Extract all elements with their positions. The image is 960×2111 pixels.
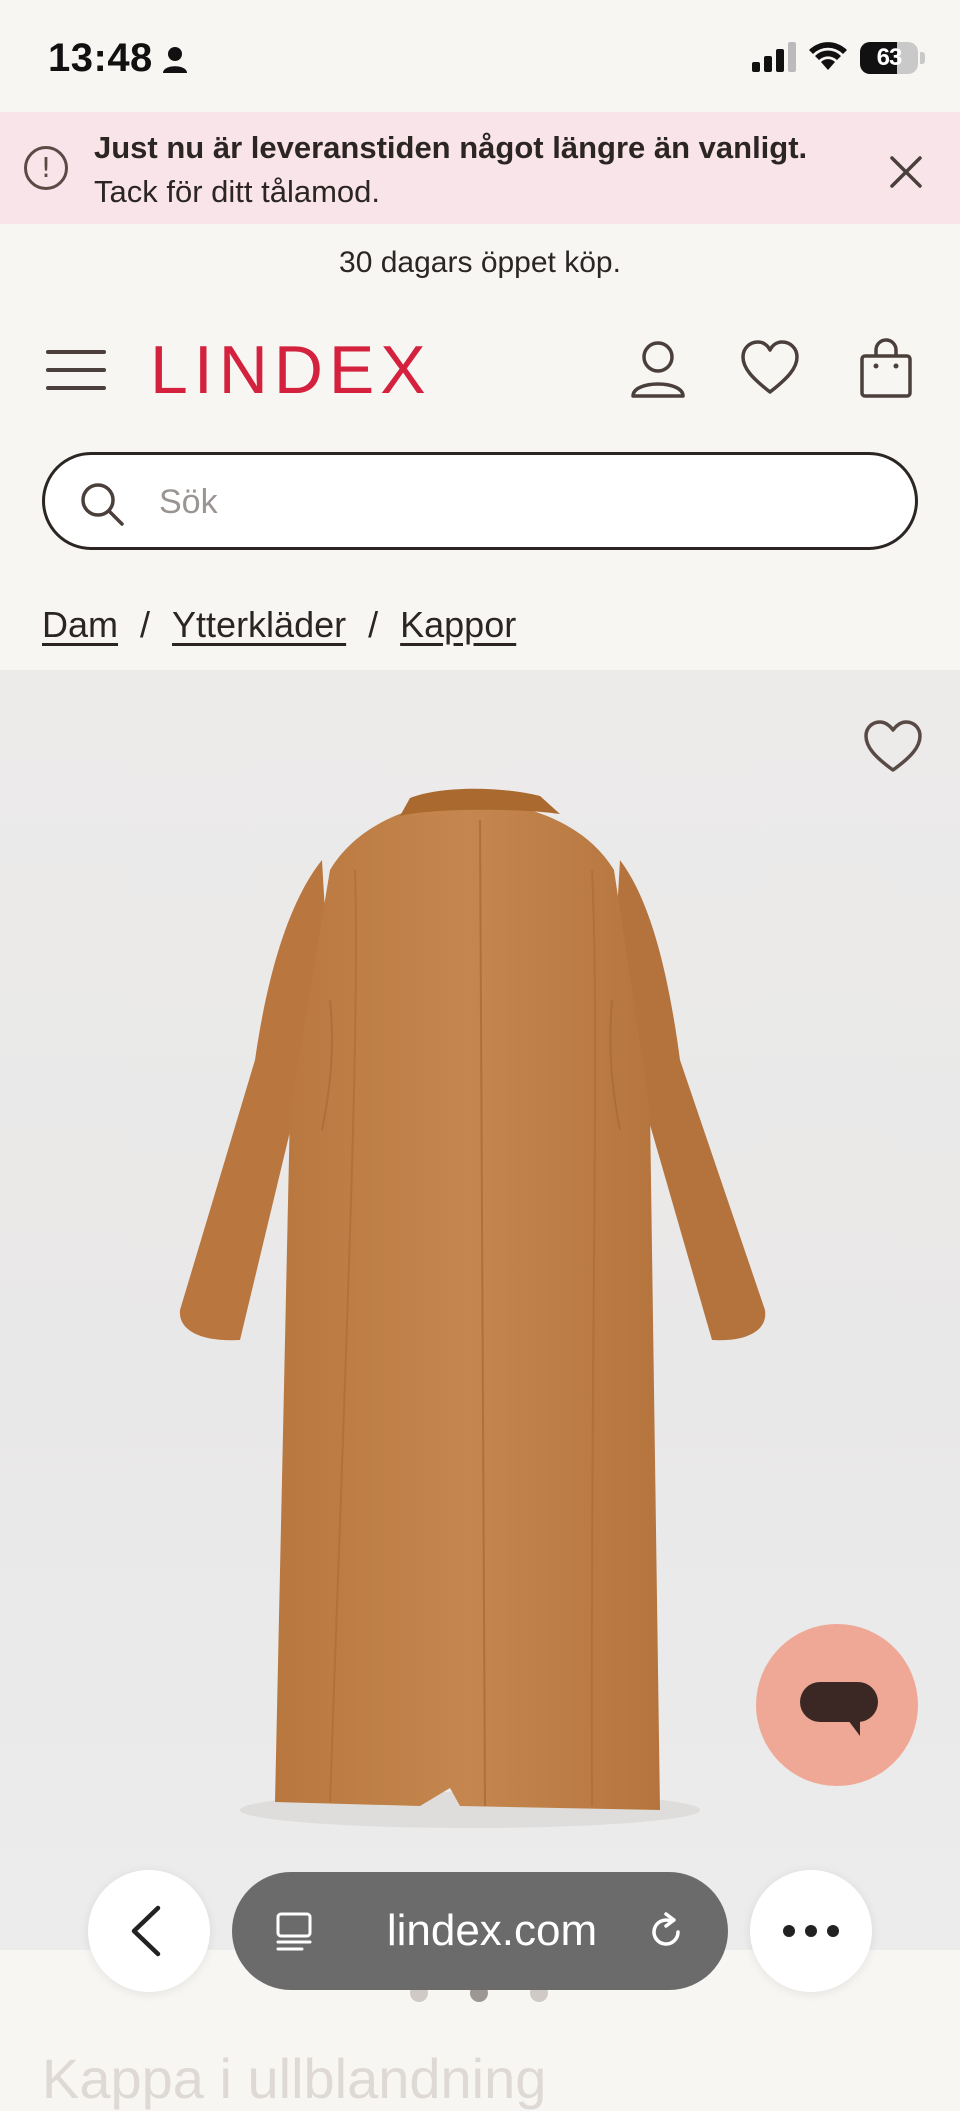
breadcrumb-kappor[interactable]: Kappor xyxy=(400,604,516,645)
more-dots-icon xyxy=(783,1925,839,1937)
promo-text: 30 dagars öppet köp. xyxy=(339,246,621,279)
address-bar[interactable]: lindex.com xyxy=(232,1872,728,1990)
wishlist-heart-icon[interactable] xyxy=(740,338,800,400)
url-text: lindex.com xyxy=(386,1906,598,1955)
battery-level-text: 63 xyxy=(876,44,903,71)
breadcrumb-dam[interactable]: Dam xyxy=(42,604,118,645)
shopping-bag-icon[interactable] xyxy=(856,338,916,400)
alert-icon: ! xyxy=(24,146,68,190)
battery-cap xyxy=(920,52,925,64)
close-icon[interactable] xyxy=(884,150,928,194)
page-menu-icon xyxy=(276,1912,312,1951)
breadcrumb: Dam / Ytterkläder / Kappor xyxy=(42,604,516,646)
reload-icon[interactable] xyxy=(644,1910,688,1954)
status-time: 13:48 xyxy=(48,36,153,80)
breadcrumb-ytterklader[interactable]: Ytterkläder xyxy=(172,604,346,645)
breadcrumb-separator: / xyxy=(368,604,379,645)
search-icon xyxy=(81,483,124,526)
notice-bold-text: Just nu är leveranstiden något längre än… xyxy=(94,130,808,165)
search-bar[interactable] xyxy=(42,452,918,550)
more-options-button[interactable] xyxy=(750,1870,872,1992)
notice-normal-text: Tack för ditt tålamod. xyxy=(94,174,381,209)
account-icon[interactable] xyxy=(628,338,688,400)
lindex-logo[interactable]: LINDEX xyxy=(150,332,432,408)
wifi-icon xyxy=(809,42,847,70)
back-button[interactable] xyxy=(88,1870,210,1992)
notice-text: Just nu är leveranstiden något längre än… xyxy=(94,126,874,214)
search-input[interactable] xyxy=(157,455,861,549)
signal-icon xyxy=(752,42,796,72)
person-icon xyxy=(163,47,187,73)
hamburger-menu-icon[interactable] xyxy=(44,346,108,394)
breadcrumb-separator: / xyxy=(140,604,151,645)
battery-icon: 63 xyxy=(860,42,918,74)
chat-bubble-icon xyxy=(800,1682,878,1736)
chat-button[interactable] xyxy=(756,1624,918,1786)
status-bar: 13:48 63 xyxy=(0,0,960,112)
chevron-left-icon xyxy=(131,1905,161,1957)
add-to-wishlist-heart-icon[interactable] xyxy=(862,718,924,776)
